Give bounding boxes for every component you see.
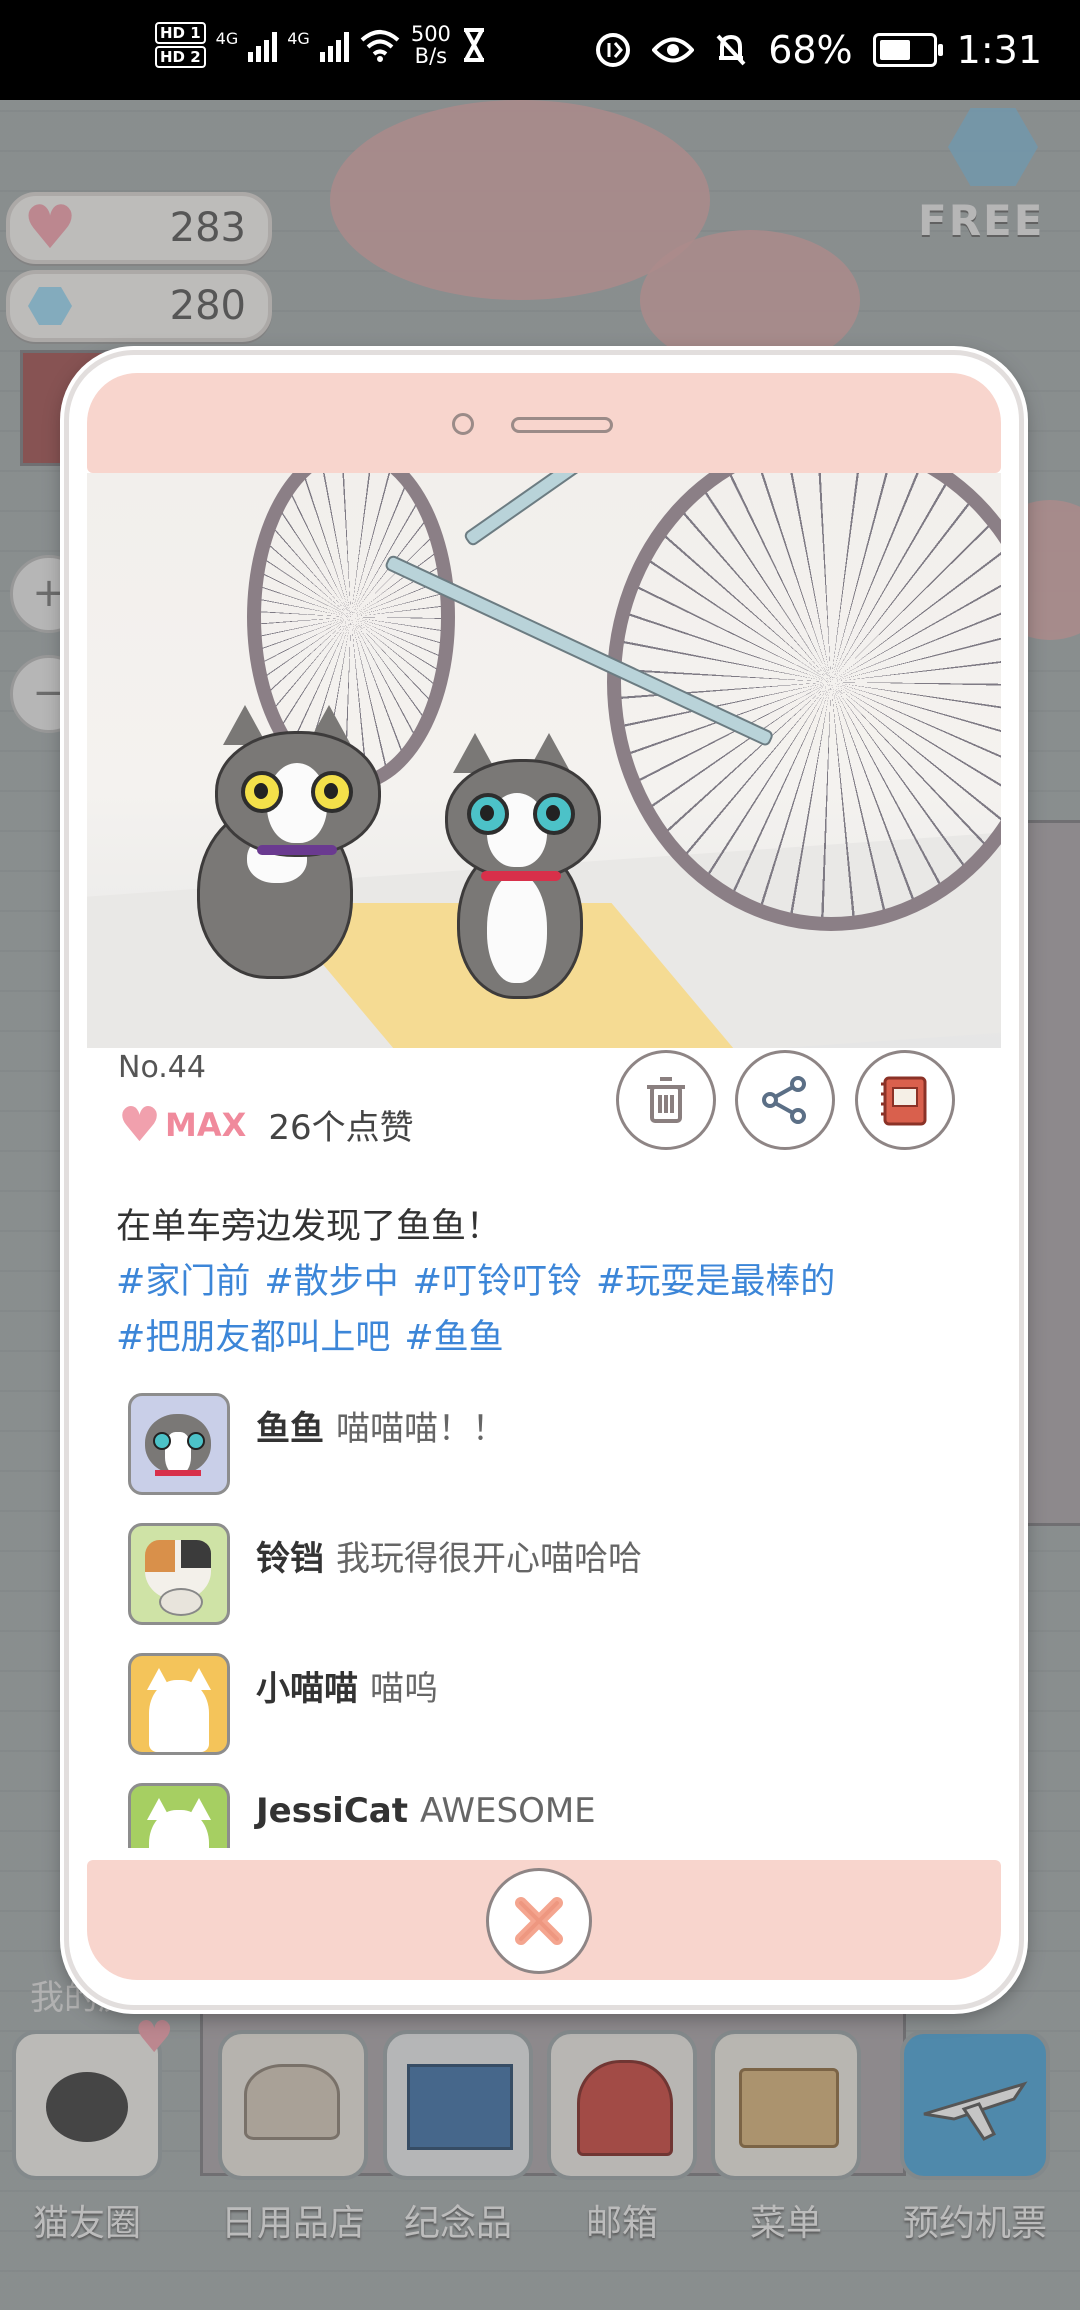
- close-button[interactable]: [486, 1868, 592, 1974]
- tag-link[interactable]: #叮铃叮铃: [413, 1262, 582, 1302]
- net-speed: 500 B/s: [410, 22, 451, 68]
- comment-author[interactable]: 铃铛: [256, 1539, 324, 1579]
- close-icon: [515, 1897, 563, 1945]
- battery-percent: 68%: [768, 28, 853, 72]
- eye-icon: [652, 37, 695, 63]
- speaker-slot: [511, 417, 613, 433]
- camera-dot: [452, 413, 474, 435]
- mute-bell-icon: [716, 34, 746, 66]
- signal-icon: [248, 28, 278, 62]
- post-caption: 在单车旁边发现了鱼鱼！: [116, 1207, 502, 1247]
- likes-count: 26个点赞: [268, 1108, 414, 1148]
- album-button[interactable]: [855, 1050, 955, 1150]
- comment-item: 鱼鱼 喵喵喵！！: [126, 1393, 946, 1523]
- comment-item: 小喵喵 喵呜: [126, 1653, 946, 1783]
- photo-album-icon: [881, 1076, 927, 1126]
- tag-link[interactable]: #玩耍是最棒的: [596, 1262, 835, 1302]
- share-icon: [762, 1076, 806, 1124]
- hourglass-icon: [463, 28, 484, 62]
- comments-list[interactable]: 鱼鱼 喵喵喵！！ 铃铛 我玩得很开心喵哈哈 小喵喵 喵呜 JessiCat AWESOM…: [126, 1393, 946, 1848]
- white-cat-silhouette-green[interactable]: [128, 1783, 230, 1848]
- status-bar: HD 1 HD 2 4G 4G 500 B/s 68% 1:31: [0, 0, 1080, 100]
- comment-text: AWESOME: [420, 1791, 596, 1831]
- comment-text: 喵呜: [370, 1669, 438, 1709]
- data-saver-icon: [596, 33, 631, 67]
- share-button[interactable]: [735, 1050, 835, 1150]
- comment-author[interactable]: 鱼鱼: [256, 1409, 324, 1449]
- delete-button[interactable]: [616, 1050, 716, 1150]
- comment-author[interactable]: 小喵喵: [256, 1669, 358, 1709]
- comment-text: 喵喵喵！！: [336, 1409, 506, 1449]
- tag-link[interactable]: #鱼鱼: [404, 1318, 503, 1358]
- post-number: No.44: [118, 1050, 206, 1085]
- likes-row: ♥ MAX 26个点赞: [118, 1100, 414, 1149]
- gray-cat: [157, 693, 397, 983]
- likes-level: MAX: [165, 1105, 247, 1144]
- comment-item: JessiCat AWESOME: [126, 1783, 946, 1848]
- post-tags: #家门前 #散步中 #叮铃叮铃 #玩耍是最棒的 #把朋友都叫上吧 #鱼鱼: [116, 1254, 936, 1366]
- heart-icon: ♥: [118, 1096, 162, 1153]
- hd-indicator: HD 1 HD 2: [155, 22, 206, 68]
- wifi-icon: [360, 30, 400, 62]
- net-label-1: 4G: [215, 28, 239, 48]
- tabby-cat-yuyu: [417, 723, 637, 999]
- net-label-2: 4G: [287, 28, 310, 48]
- white-cat-silhouette-yellow[interactable]: [128, 1653, 230, 1755]
- comment-author[interactable]: JessiCat: [256, 1791, 408, 1831]
- comment-item: 铃铛 我玩得很开心喵哈哈: [126, 1523, 946, 1653]
- battery-icon: [872, 33, 943, 67]
- tag-link[interactable]: #散步中: [264, 1262, 398, 1302]
- phone-top-bar: [87, 373, 1001, 473]
- clock: 1:31: [956, 28, 1042, 72]
- post-photo: [87, 473, 1001, 1048]
- calico-cat-avatar[interactable]: [128, 1523, 230, 1625]
- hd1-badge: HD 1: [155, 22, 206, 44]
- tag-link[interactable]: #家门前: [116, 1262, 250, 1302]
- gray-tabby-cat-avatar[interactable]: [128, 1393, 230, 1495]
- signal-icon-2: [319, 28, 349, 62]
- comment-text: 我玩得很开心喵哈哈: [336, 1539, 642, 1579]
- hd2-badge: HD 2: [155, 46, 206, 68]
- tag-link[interactable]: #把朋友都叫上吧: [116, 1318, 390, 1358]
- trash-icon: [647, 1077, 685, 1123]
